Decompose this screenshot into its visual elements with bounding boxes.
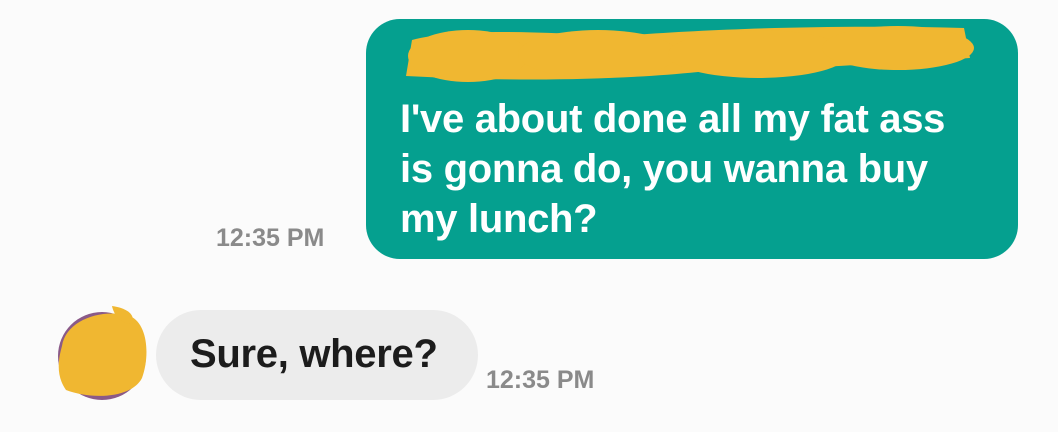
received-message-text: Sure, where? bbox=[190, 332, 438, 376]
sent-message-text: I've about done all my fat ass is gonna … bbox=[400, 97, 946, 241]
redaction-scribble bbox=[406, 26, 974, 82]
chat-thread: I've about done all my fat ass is gonna … bbox=[0, 0, 1058, 432]
sent-message-timestamp: 12:35 PM bbox=[216, 224, 325, 252]
avatar[interactable] bbox=[52, 306, 152, 402]
received-message-timestamp: 12:35 PM bbox=[486, 366, 595, 394]
